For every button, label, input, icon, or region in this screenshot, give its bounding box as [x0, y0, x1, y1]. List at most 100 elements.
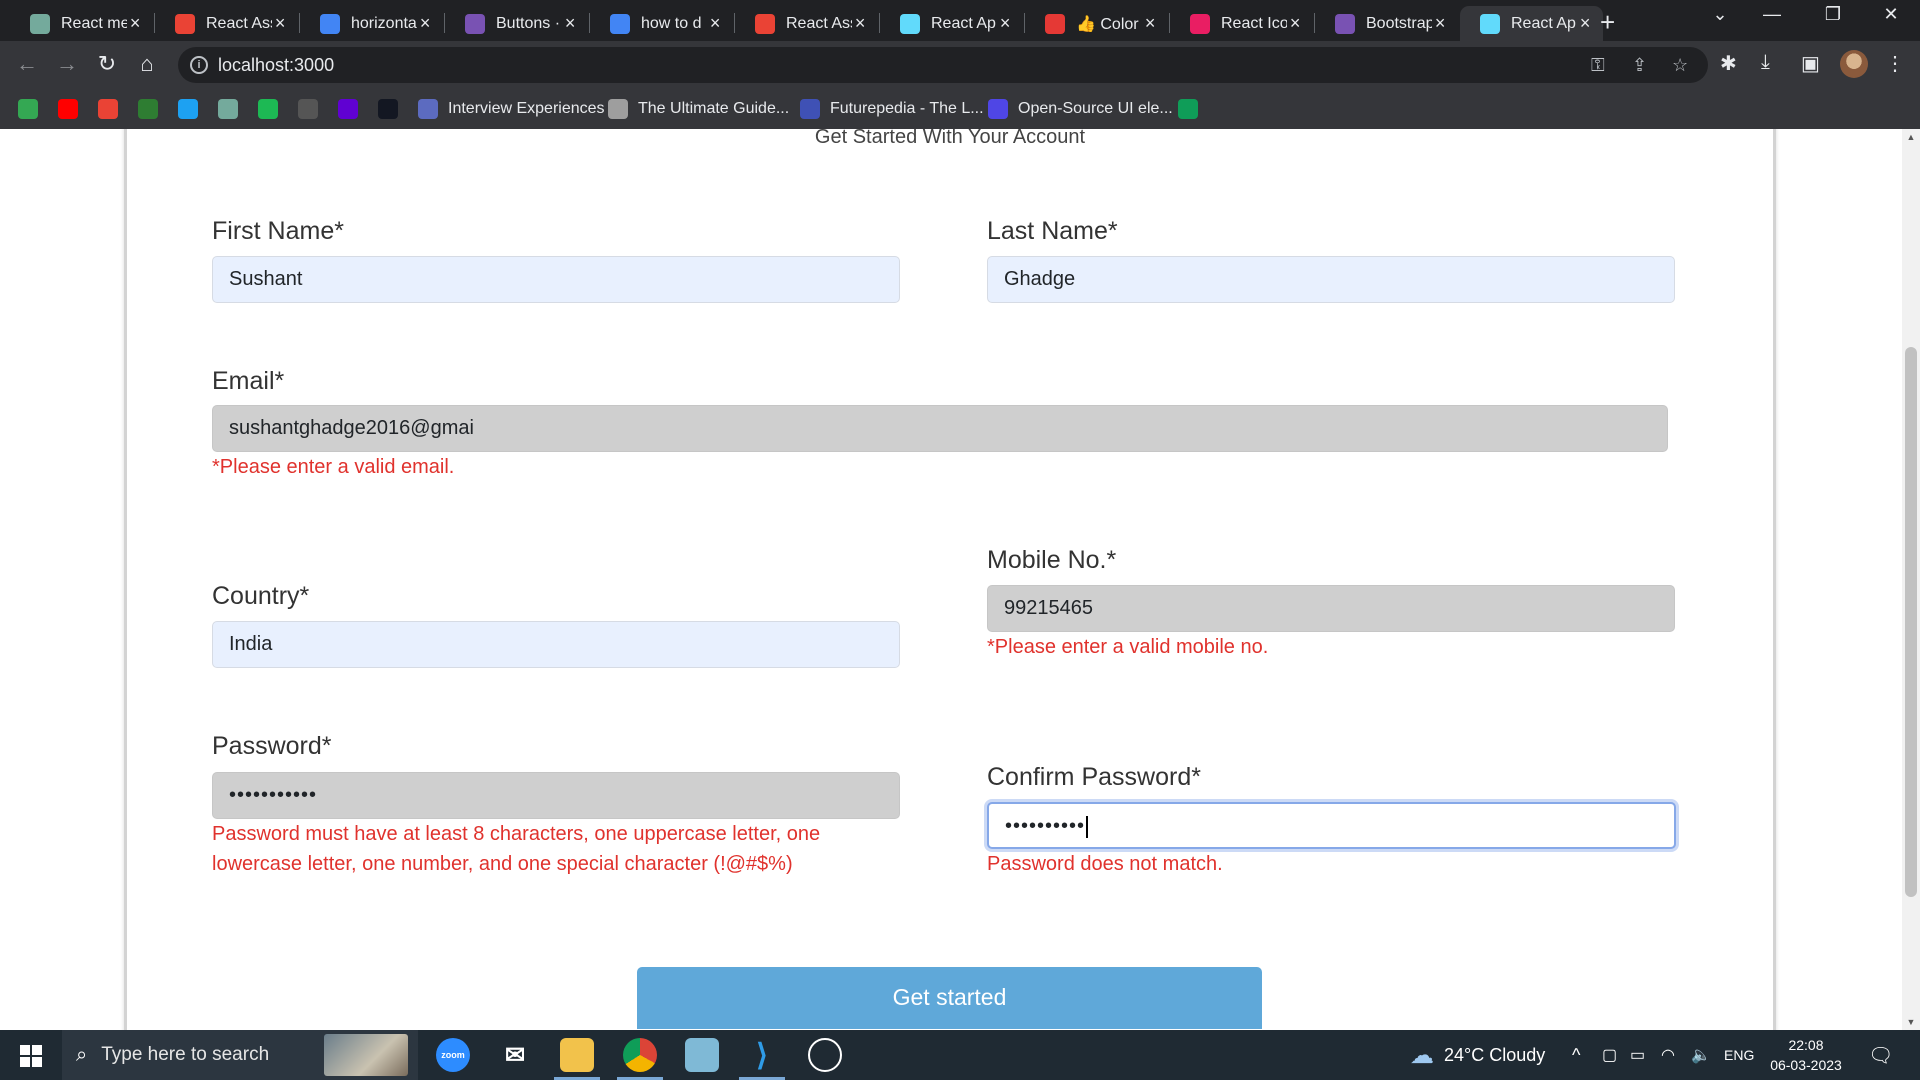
tab-10[interactable]: React Ap × [1460, 6, 1603, 41]
back-icon[interactable]: ← [12, 51, 42, 77]
tab-7[interactable]: 👍 Color × [1025, 6, 1168, 41]
get-started-button[interactable]: Get started [637, 967, 1262, 1029]
close-tab-icon[interactable]: × [1577, 13, 1593, 34]
first-name-input[interactable]: Sushant [212, 256, 900, 303]
system-clock[interactable]: 22:08 06-03-2023 [1766, 1035, 1846, 1075]
password-error: Password must have at least 8 characters… [212, 823, 821, 875]
side-panel-icon[interactable]: ▣ [1801, 51, 1820, 76]
file-explorer-icon[interactable] [560, 1038, 594, 1072]
battery-icon[interactable]: ▭ [1630, 1030, 1645, 1080]
tab-search-chevron-icon[interactable]: ⌄ [1700, 4, 1740, 25]
share-icon[interactable]: ⇪ [1632, 55, 1647, 76]
bookmark-7[interactable] [298, 98, 318, 120]
extensions-icon[interactable]: ✱ [1720, 51, 1737, 76]
tab-label: React me [61, 14, 128, 32]
bookmark-10[interactable]: Interview Experiences [418, 98, 605, 120]
show-hidden-icons[interactable]: ^ [1572, 1030, 1580, 1080]
youtube-icon [58, 99, 78, 119]
close-tab-icon[interactable]: × [852, 13, 868, 34]
key-icon[interactable]: ⚿ [1591, 55, 1605, 76]
close-tab-icon[interactable]: × [1142, 13, 1158, 34]
notifications-icon[interactable]: 🗨 [1868, 1030, 1893, 1080]
tab-1[interactable]: React Ass × [155, 6, 298, 41]
scroll-down-icon[interactable]: ▼ [1902, 1017, 1920, 1027]
tab-2[interactable]: horizonta × [300, 6, 443, 41]
weather-widget[interactable]: ☁ 24°C Cloudy [1410, 1030, 1545, 1080]
bookmark-12[interactable]: Futurepedia - The L... [800, 98, 984, 120]
close-tab-icon[interactable]: × [272, 13, 288, 34]
tab-label: 👍 Color [1076, 15, 1139, 33]
home-icon[interactable]: ⌂ [132, 51, 162, 77]
close-tab-icon[interactable]: × [562, 13, 578, 34]
close-tab-icon[interactable]: × [1287, 13, 1303, 34]
volume-icon[interactable]: 🔈 [1691, 1030, 1711, 1080]
menu-icon[interactable]: ⋮ [1885, 51, 1905, 76]
bookmark-11[interactable]: The Ultimate Guide... [608, 98, 789, 120]
language-indicator[interactable]: ENG [1724, 1030, 1754, 1080]
notepad-icon[interactable] [685, 1038, 719, 1072]
restore-button[interactable]: ❐ [1813, 4, 1853, 25]
close-tab-icon[interactable]: × [417, 13, 433, 34]
scroll-up-icon[interactable]: ▲ [1902, 132, 1920, 142]
url-text[interactable]: localhost:3000 [218, 55, 334, 76]
vscode-icon[interactable]: ⟩ [745, 1038, 779, 1072]
bookmark-4[interactable] [178, 98, 198, 120]
tab-3[interactable]: Buttons · × [445, 6, 588, 41]
close-window-button[interactable]: ✕ [1871, 4, 1911, 25]
tab-5[interactable]: React Ass × [735, 6, 878, 41]
site-info-icon[interactable]: i [190, 56, 208, 74]
tab-4[interactable]: how to d × [590, 6, 733, 41]
minimize-button[interactable]: — [1752, 4, 1792, 25]
address-bar[interactable]: i localhost:3000 ⚿ ⇪ ☆ [178, 47, 1708, 83]
bookmark-2[interactable] [98, 98, 118, 120]
close-tab-icon[interactable]: × [997, 13, 1013, 34]
tab-6[interactable]: React Ap × [880, 6, 1023, 41]
close-tab-icon[interactable]: × [1432, 13, 1448, 34]
last-name-label: Last Name* [987, 217, 1118, 245]
start-windows-icon[interactable] [20, 1045, 42, 1067]
forward-icon[interactable]: → [52, 51, 82, 77]
scroll-thumb[interactable] [1905, 347, 1917, 897]
mobile-input[interactable]: 99215465 [987, 585, 1675, 632]
country-input[interactable]: India [212, 621, 900, 668]
meet-now-icon[interactable]: ▢ [1602, 1030, 1617, 1080]
mail-icon[interactable]: ✉ [498, 1038, 532, 1072]
weather-text: 24°C Cloudy [1444, 1044, 1546, 1065]
bookmark-3[interactable] [138, 98, 158, 120]
taskbar-search[interactable]: ⌕ Type here to search [62, 1030, 418, 1080]
bookmark-9[interactable] [378, 98, 398, 120]
bootstrap-icon [465, 13, 485, 34]
close-tab-icon[interactable]: × [707, 13, 723, 34]
one-icon [138, 99, 158, 119]
bookmark-14[interactable] [1178, 98, 1198, 120]
email-input[interactable]: sushantghadge2016@gmai [212, 405, 1668, 452]
sheets-icon [1178, 99, 1198, 119]
download-icon[interactable]: ⤓ [1761, 51, 1770, 74]
chrome-icon[interactable] [623, 1038, 657, 1072]
zoom-icon[interactable]: zoom [436, 1038, 470, 1072]
chatgpt-icon [218, 99, 238, 119]
app-icon[interactable] [808, 1038, 842, 1072]
new-tab-button[interactable]: + [1600, 7, 1615, 38]
password-input[interactable]: ••••••••••• [212, 772, 900, 819]
bookmark-5[interactable] [218, 98, 238, 120]
google-icon [320, 13, 340, 34]
page-scrollbar[interactable]: ▲ ▼ [1902, 129, 1920, 1030]
tab-separator [154, 13, 155, 33]
reload-icon[interactable]: ↻ [92, 51, 122, 77]
avatar[interactable] [1840, 50, 1868, 78]
bookmark-star-icon[interactable]: ☆ [1672, 55, 1688, 76]
bookmark-1[interactable] [58, 98, 78, 120]
tab-9[interactable]: Bootstrap × [1315, 6, 1458, 41]
tab-8[interactable]: React Ico × [1170, 6, 1313, 41]
bookmark-8[interactable] [338, 98, 358, 120]
bookmark-13[interactable]: Open-Source UI ele... [988, 98, 1173, 120]
last-name-input[interactable]: Ghadge [987, 256, 1675, 303]
wifi-icon[interactable]: ◠ [1661, 1030, 1675, 1080]
bookmark-6[interactable] [258, 98, 278, 120]
bootstrap-icon [1335, 13, 1355, 34]
tab-0[interactable]: React me × [10, 6, 153, 41]
bookmark-0[interactable] [18, 98, 38, 120]
confirm-password-input[interactable]: •••••••••• [987, 802, 1676, 849]
close-tab-icon[interactable]: × [127, 13, 143, 34]
